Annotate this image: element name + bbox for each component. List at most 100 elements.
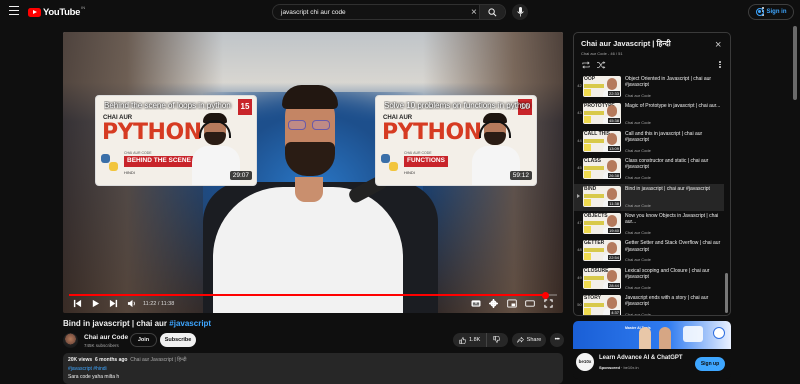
voice-search-button[interactable] <box>512 4 528 20</box>
playlist-item-thumbnail: CALL THIS 13:09 <box>583 130 621 152</box>
like-button[interactable]: 1.8K <box>453 333 488 347</box>
playlist-item[interactable]: 48 GETTER 22:54 Getter Setter and Stack Ove… <box>574 238 724 265</box>
settings-gear-icon[interactable] <box>489 299 498 308</box>
search-box[interactable]: javascript chi aur code × <box>272 4 506 20</box>
shuffle-icon[interactable] <box>596 61 606 69</box>
thumbs-down-icon <box>493 335 501 343</box>
endscreen-card-title: Solve 10 problems on functions in python <box>384 101 531 110</box>
js-logo-icon <box>584 226 591 233</box>
previous-icon[interactable] <box>73 299 82 308</box>
playlist-item-title: Getter Setter and Stack Overflow | chai … <box>625 240 721 253</box>
endscreen-video-card[interactable]: Solve 10 problems on functions in python… <box>375 95 537 186</box>
ad-sign-up-button[interactable]: Sign up <box>695 357 725 371</box>
playlist-item-channel: Chai aur Code <box>625 257 651 263</box>
playlist-link[interactable]: Chai aur Javascript | हिन्दी <box>130 357 186 363</box>
thumbs-up-icon <box>459 336 466 344</box>
playlist-item-thumbnail: CLASS 26:38 <box>583 158 621 180</box>
loop-icon[interactable] <box>581 61 591 69</box>
title-hashtag-link[interactable]: #javascript <box>169 319 211 328</box>
sponsored-label: Sponsored <box>599 365 620 370</box>
volume-icon[interactable] <box>127 299 137 308</box>
playlist-item-channel: Chai aur Code <box>625 284 651 290</box>
playlist-item-title: Magic of Prototype in javascript | chai … <box>625 103 721 110</box>
playlist-item-duration: 19:40 <box>607 228 620 233</box>
ad-title: Learn Advance AI & ChatGPT <box>599 355 683 361</box>
sign-in-button[interactable]: Sign in <box>748 4 794 20</box>
endscreen-video-card[interactable]: Behind the scene of loops in python CHAI… <box>95 95 257 186</box>
playlist-item[interactable]: 42 OOP 22:33 Object Oriented in Javascript … <box>574 74 724 101</box>
thumbnail-text: OBJECTS <box>584 213 608 219</box>
playlist-item-title: Call and this in javascript | chai aur #… <box>625 130 703 143</box>
progress-fill <box>69 294 546 296</box>
clear-search-icon[interactable]: × <box>471 7 477 18</box>
thumbnail-text: GETTER <box>584 240 605 247</box>
progress-bar[interactable] <box>69 291 557 299</box>
playlist-item[interactable]: 47 OBJECTS 19:40 Now you know Objects in Ja… <box>574 211 724 238</box>
miniplayer-icon[interactable] <box>507 299 517 308</box>
next-icon[interactable] <box>109 299 118 308</box>
masthead: YouTube IN javascript chi aur code × Sig… <box>0 0 800 24</box>
playlist-item[interactable]: 43 PROTOTYPE 45:38 Magic of Prototype in ja… <box>574 101 724 128</box>
share-button[interactable]: Share <box>512 333 546 347</box>
playlist-item-thumbnail: PROTOTYPE 45:38 <box>583 103 621 125</box>
js-logo-icon <box>584 143 591 151</box>
playlist-title[interactable]: Chai aur Javascript | हिन्दी <box>581 39 671 49</box>
logo-country: IN <box>81 5 86 10</box>
join-button[interactable]: Join <box>130 333 157 347</box>
playlist-item-duration: 28:44 <box>607 282 620 288</box>
playlist-menu-icon[interactable] <box>719 61 722 69</box>
thumbnail-text: STORY <box>584 295 601 302</box>
page-scrollbar[interactable] <box>793 26 797 100</box>
search-icon <box>488 7 497 16</box>
theater-mode-icon[interactable] <box>525 299 535 308</box>
playlist-item-channel: Chai aur Code <box>625 312 651 316</box>
description-hashtags[interactable]: #javascript #hindi <box>68 366 107 372</box>
thumbnail-text: BIND <box>584 185 597 192</box>
js-logo-icon <box>584 280 591 288</box>
close-icon[interactable]: × <box>715 40 721 51</box>
youtube-play-icon <box>28 7 41 17</box>
search-input[interactable]: javascript chi aur code <box>281 9 346 16</box>
like-dislike-group: 1.8K <box>453 333 508 347</box>
thumbnail-text: CLOSURE <box>584 267 609 274</box>
js-logo-icon <box>584 89 591 96</box>
menu-icon[interactable] <box>9 6 19 18</box>
more-actions-button[interactable]: ••• <box>550 333 564 347</box>
thumbnail-text: CLASS <box>584 158 601 165</box>
channel-avatar[interactable] <box>63 333 78 348</box>
advertiser-logo: be10x <box>576 353 594 371</box>
playlist-item[interactable]: 45 CLASS 26:38 Class constructor and static… <box>574 156 724 183</box>
playlist-item-channel: Chai aur Code <box>625 175 651 181</box>
search-button[interactable] <box>479 5 505 19</box>
play-icon[interactable] <box>91 299 100 308</box>
subscribe-button[interactable]: Subscribe <box>160 333 196 347</box>
captions-icon[interactable] <box>471 299 481 308</box>
python-logo-icon <box>101 154 119 172</box>
sign-in-label: Sign in <box>766 9 787 15</box>
endscreen-card-title: Behind the scene of loops in python <box>104 101 231 110</box>
playlist-item-channel: Chai aur Code <box>625 147 651 153</box>
ad-banner[interactable]: Master AI Tools <box>573 321 731 349</box>
playlist-item-title: Javascript ends with a story | chai aur … <box>625 295 709 308</box>
ad-badge-icon <box>713 327 725 339</box>
playlist-item-index: 47 <box>577 220 582 225</box>
channel-name[interactable]: Chai aur Code <box>84 334 128 341</box>
playlist-item[interactable]: 49 CLOSURE 28:44 Lexical scoping and Closur… <box>574 266 724 293</box>
video-player[interactable]: Behind the scene of loops in python CHAI… <box>63 32 563 313</box>
playlist-item[interactable]: 44 CALL THIS 13:09 Call and this in javascr… <box>574 129 724 156</box>
ad-card[interactable]: Master AI Tools be10x Learn Advance AI &… <box>573 321 731 379</box>
duration-badge: 59:12 <box>509 171 532 180</box>
ad-domain: be10x.in <box>623 365 639 370</box>
playlist-item-index: 49 <box>577 274 582 280</box>
dislike-button[interactable] <box>487 335 506 345</box>
playlist-scrollbar[interactable] <box>725 273 728 313</box>
playlist-item[interactable]: BIND 11:38 Bind in javascript | chai aur #… <box>574 183 724 211</box>
subscriber-count: 745K subscribers <box>84 343 119 348</box>
fullscreen-icon[interactable] <box>544 299 553 308</box>
description-box[interactable]: 20K views 6 months ago Chai aur Javascri… <box>63 353 563 384</box>
playlist-item-duration: 22:54 <box>607 255 620 261</box>
playlist-item-index: 43 <box>577 110 582 116</box>
youtube-logo[interactable]: YouTube IN <box>28 5 86 18</box>
like-count: 1.8K <box>469 337 481 343</box>
playlist-item[interactable]: 50 STORY 4:37 Javascript ends with a story … <box>574 293 724 316</box>
